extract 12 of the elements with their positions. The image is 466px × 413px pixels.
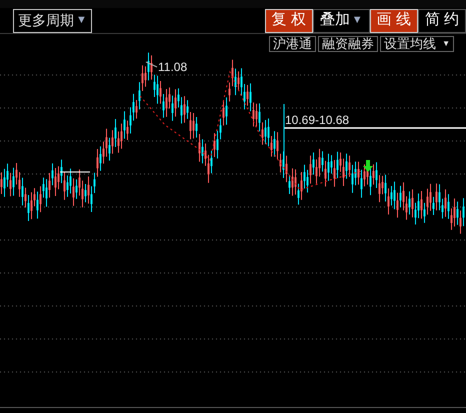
high-price-label: 11.08 [158, 60, 188, 74]
toolbar-button[interactable]: 画 线 [370, 8, 418, 32]
toolbar-button[interactable]: 复 权 [264, 8, 313, 32]
leader-line [146, 62, 158, 68]
toolbar-button[interactable]: 叠加▼ [312, 8, 370, 32]
chart-option-button[interactable]: 融资融券 [318, 36, 378, 52]
more-periods-dropdown[interactable]: 更多周期▼ [13, 8, 92, 32]
down-arrow-icon [363, 160, 373, 172]
chart-option-button[interactable]: 沪港通 [269, 36, 316, 52]
toolbar-button[interactable]: 简 约 [418, 8, 466, 32]
chart-option-button[interactable]: 设置均线 ▼ [380, 36, 454, 52]
price-range-label: 10.69-10.68 [285, 113, 350, 127]
